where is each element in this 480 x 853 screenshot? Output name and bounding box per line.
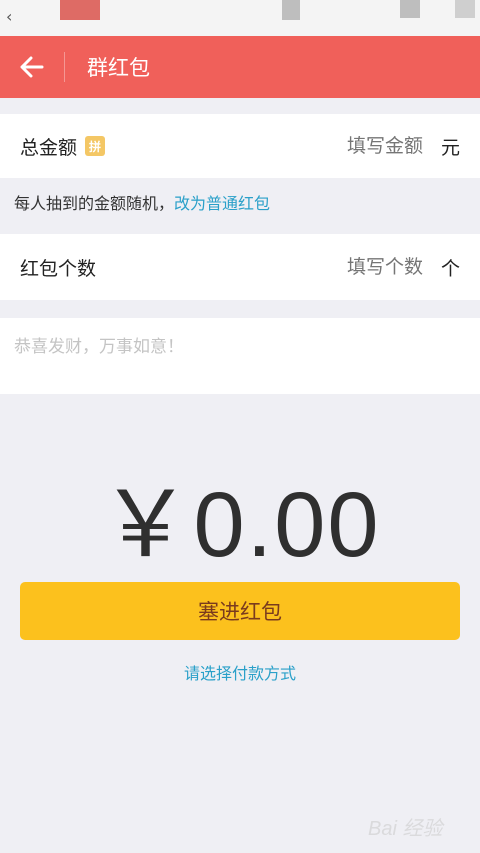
- watermark-text: Bai 经验: [368, 818, 443, 840]
- red-packet-page: ‹ 群红包 总金额 拼 元 每人抽到的金额随机，改为普通红包 红包个数 个 恭喜…: [0, 0, 480, 853]
- switch-to-normal-link[interactable]: 改为普通红包: [174, 194, 270, 213]
- random-amount-hint: 每人抽到的金额随机，改为普通红包: [14, 190, 270, 214]
- count-input[interactable]: [262, 256, 423, 278]
- total-amount-row: 总金额 拼 元: [0, 114, 480, 178]
- status-icon: [400, 0, 420, 18]
- amount-input[interactable]: [262, 135, 423, 157]
- total-amount-display: ￥0.00: [99, 474, 381, 576]
- header-bar: 群红包: [0, 36, 480, 98]
- select-payment-link[interactable]: 请选择付款方式: [0, 660, 480, 684]
- status-icon: [455, 0, 475, 18]
- amount-unit: 元: [440, 136, 460, 159]
- status-icon: [60, 0, 100, 20]
- arrow-left-icon: [20, 56, 44, 78]
- status-bar: ‹: [0, 0, 480, 36]
- total-amount-label: 总金额: [20, 136, 78, 159]
- submit-red-packet-button[interactable]: 塞进红包: [20, 582, 460, 640]
- baidu-watermark: Bai 经验: [368, 800, 464, 840]
- chevron-left-icon: ‹: [6, 7, 13, 26]
- packet-count-row: 红包个数 个: [0, 234, 480, 300]
- greeting-message-field[interactable]: 恭喜发财，万事如意！: [0, 318, 480, 394]
- pin-badge-icon: 拼: [85, 136, 106, 156]
- packet-count-label: 红包个数: [20, 257, 97, 280]
- greeting-placeholder: 恭喜发财，万事如意！: [14, 337, 184, 357]
- hint-text: 每人抽到的金额随机，: [14, 194, 175, 213]
- header-divider: [64, 52, 65, 82]
- page-title: 群红包: [87, 56, 150, 80]
- count-unit: 个: [440, 257, 460, 280]
- status-icon: [282, 0, 300, 20]
- back-button[interactable]: [0, 36, 64, 98]
